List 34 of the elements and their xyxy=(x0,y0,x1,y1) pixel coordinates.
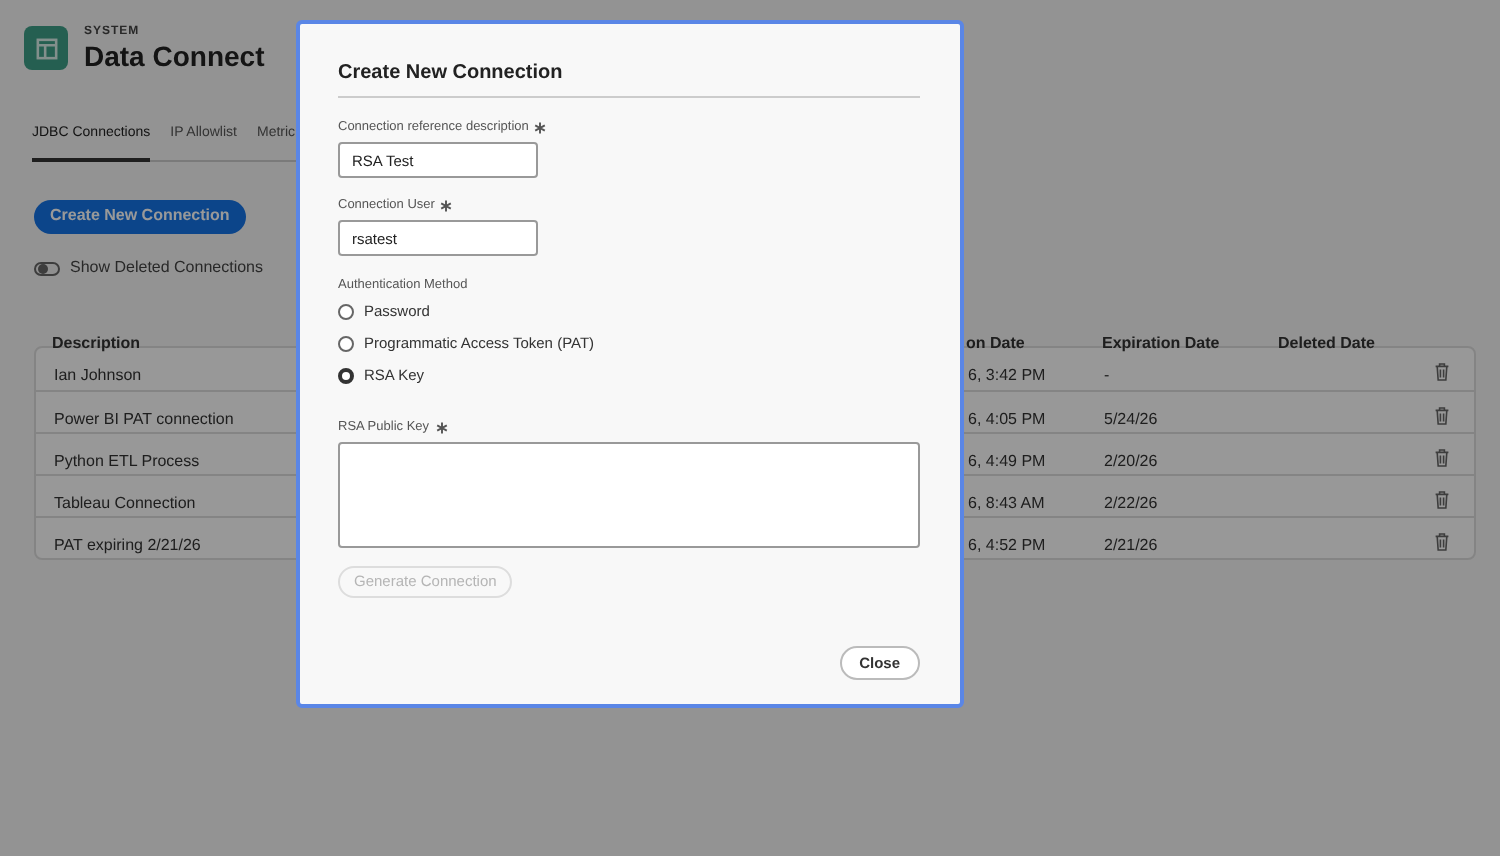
trash-icon[interactable] xyxy=(1434,406,1450,426)
table-cell: 6, 4:49 PM xyxy=(968,452,1046,470)
column-header: Expiration Date xyxy=(1102,334,1220,352)
table-cell: Tableau Connection xyxy=(54,494,196,512)
create-connection-button[interactable]: Create New Connection xyxy=(34,199,246,233)
trash-icon[interactable] xyxy=(1434,532,1450,552)
trash-icon[interactable] xyxy=(1434,490,1450,510)
text-area[interactable] xyxy=(338,442,920,548)
app-icon xyxy=(24,26,68,70)
radio-button[interactable] xyxy=(338,335,354,351)
radio-button[interactable] xyxy=(338,367,354,383)
trash-icon[interactable] xyxy=(1434,362,1450,382)
column-header: Description xyxy=(52,334,141,352)
table-cell: 2/21/26 xyxy=(1104,536,1158,554)
column-header: Deleted Date xyxy=(1278,334,1375,352)
table-cell: Power BI PAT connection xyxy=(54,410,234,428)
table-cell: 6, 4:05 PM xyxy=(968,410,1046,428)
toggle-label: Show Deleted Connections xyxy=(70,256,264,280)
table-cell: 2/22/26 xyxy=(1104,494,1158,512)
dialog-title: Create New Connection xyxy=(338,60,565,88)
table-cell: 6, 8:43 AM xyxy=(968,494,1045,512)
table-cell: 6, 4:52 PM xyxy=(968,536,1046,554)
table-cell: 6, 3:42 PM xyxy=(968,366,1046,384)
table-cell: Python ETL Process xyxy=(54,452,200,470)
table-cell: Ian Johnson xyxy=(54,366,142,384)
table-cell: 5/24/26 xyxy=(1104,410,1158,428)
radio-button[interactable] xyxy=(338,303,354,319)
page-title: Data Connect xyxy=(84,40,265,72)
table-cell: - xyxy=(1104,366,1110,384)
table-cell: 2/20/26 xyxy=(1104,452,1158,470)
table-cell: PAT expiring 2/21/26 xyxy=(54,536,201,554)
toggle-switch[interactable] xyxy=(34,261,60,275)
column-header: on Date xyxy=(966,334,1025,352)
trash-icon[interactable] xyxy=(1434,448,1450,468)
